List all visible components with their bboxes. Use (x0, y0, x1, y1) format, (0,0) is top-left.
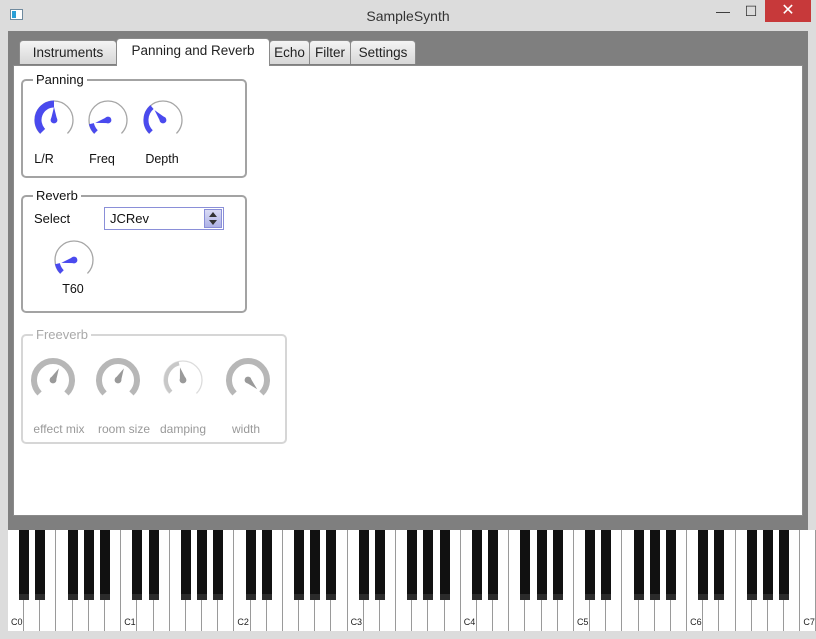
black-key[interactable] (19, 530, 30, 600)
black-key[interactable] (471, 530, 482, 600)
black-key[interactable] (552, 530, 563, 600)
damping-knob-label: damping (159, 422, 207, 436)
black-key[interactable] (536, 530, 547, 600)
lr-knob[interactable] (31, 97, 77, 143)
black-key[interactable] (100, 530, 111, 600)
tab-panning-and-reverb[interactable]: Panning and Reverb (116, 38, 270, 66)
black-key[interactable] (310, 530, 321, 600)
tab-instruments[interactable]: Instruments (19, 40, 117, 64)
octave-label: C6 (690, 617, 702, 627)
black-key[interactable] (520, 530, 531, 600)
depth-knob-label: Depth (145, 152, 179, 166)
octave-label: C1 (124, 617, 136, 627)
arrow-down-icon (209, 220, 217, 225)
arrow-up-icon (209, 212, 217, 217)
black-key[interactable] (35, 530, 46, 600)
freq-knob[interactable] (85, 97, 131, 143)
black-key[interactable] (148, 530, 159, 600)
black-key[interactable] (439, 530, 450, 600)
effect-mix-knob-label: effect mix (33, 422, 85, 436)
tab-echo[interactable]: Echo (269, 40, 310, 64)
black-key[interactable] (326, 530, 337, 600)
black-key[interactable] (746, 530, 757, 600)
black-key[interactable] (374, 530, 385, 600)
black-key[interactable] (83, 530, 94, 600)
reverb-type-select[interactable]: JCRev (104, 207, 224, 230)
black-key[interactable] (665, 530, 676, 600)
black-key[interactable] (585, 530, 596, 600)
width-knob-label: width (231, 422, 260, 436)
octave-label: C3 (350, 617, 363, 627)
black-key[interactable] (488, 530, 499, 600)
black-key[interactable] (294, 530, 305, 600)
tab-filter[interactable]: Filter (309, 40, 351, 64)
black-key[interactable] (633, 530, 644, 600)
black-key[interactable] (601, 530, 612, 600)
title-bar: SampleSynth — ☐ ✕ (0, 0, 816, 31)
black-key[interactable] (197, 530, 208, 600)
black-key[interactable] (779, 530, 790, 600)
freeverb-group-title: Freeverb (33, 327, 92, 342)
effect-mix-knob (30, 357, 76, 403)
window-border-bottom (0, 631, 816, 639)
reverb-type-value: JCRev (110, 211, 150, 226)
black-key[interactable] (698, 530, 709, 600)
black-key[interactable] (67, 530, 78, 600)
octave-label: C7 (803, 617, 815, 627)
white-key[interactable] (800, 530, 816, 631)
width-knob (225, 357, 271, 403)
tab-settings[interactable]: Settings (350, 40, 416, 64)
room-size-knob (95, 357, 141, 403)
select-spinner[interactable] (204, 209, 222, 228)
damping-knob (160, 357, 206, 403)
window-title: SampleSynth (366, 8, 450, 24)
maximize-button[interactable]: ☐ (737, 0, 765, 22)
t60-knob[interactable] (51, 237, 97, 283)
black-key[interactable] (423, 530, 434, 600)
minimize-button[interactable]: — (709, 0, 737, 22)
t60-knob-label: T60 (62, 282, 84, 296)
black-key[interactable] (762, 530, 773, 600)
octave-label: C4 (463, 617, 476, 627)
black-key[interactable] (358, 530, 369, 600)
piano-keyboard[interactable]: C0 C1 C2 C3 C4 C5 C6 C7 (8, 530, 816, 631)
black-key[interactable] (180, 530, 191, 600)
black-key[interactable] (132, 530, 143, 600)
black-key[interactable] (649, 530, 660, 600)
depth-knob[interactable] (140, 97, 186, 143)
window-border-left (0, 31, 8, 639)
octave-label: C0 (11, 617, 23, 627)
reverb-select-label: Select (34, 211, 71, 226)
black-key[interactable] (407, 530, 418, 600)
reverb-group-title: Reverb (33, 188, 81, 203)
panning-group-title: Panning (33, 72, 87, 87)
octave-label: C5 (576, 617, 589, 627)
black-key[interactable] (714, 530, 725, 600)
black-key[interactable] (245, 530, 256, 600)
octave-label: C2 (237, 617, 249, 627)
close-button[interactable]: ✕ (765, 0, 811, 22)
black-key[interactable] (213, 530, 224, 600)
black-key[interactable] (261, 530, 272, 600)
